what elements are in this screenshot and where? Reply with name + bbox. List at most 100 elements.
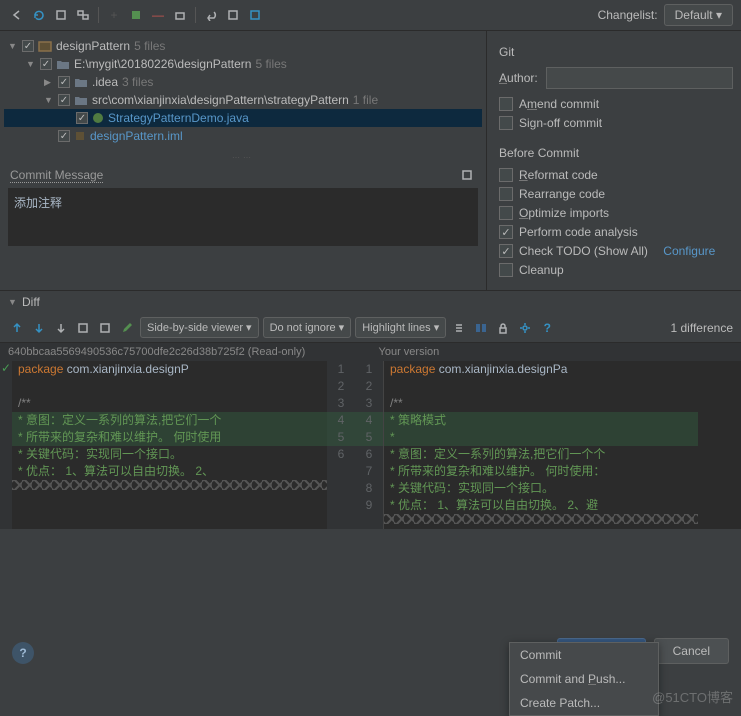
remove-icon[interactable]: — (149, 6, 167, 24)
before-header: Before Commit (499, 146, 729, 160)
amend-checkbox[interactable] (499, 97, 513, 111)
rearrange-checkbox[interactable] (499, 187, 513, 201)
todo-label: Check TODO (Show All) (519, 244, 648, 258)
module-icon (38, 40, 52, 52)
cleanup-label: Cleanup (519, 263, 564, 277)
back-icon[interactable] (8, 6, 26, 24)
tree-file-selected[interactable]: StrategyPatternDemo.java (4, 109, 482, 127)
lock-icon[interactable] (494, 319, 512, 337)
undo-icon[interactable] (202, 6, 220, 24)
tree-count: 1 file (353, 93, 378, 107)
move-icon[interactable] (171, 6, 189, 24)
checkbox[interactable] (58, 130, 70, 142)
tree-label: designPattern (56, 39, 130, 53)
separator (98, 7, 99, 23)
diff-expand-icon[interactable]: ▼ (8, 297, 18, 307)
jump-icon[interactable] (52, 319, 70, 337)
tree-count: 5 files (134, 39, 165, 53)
reformat-checkbox[interactable] (499, 168, 513, 182)
tree-label: designPattern.iml (90, 129, 183, 143)
tree-file-iml[interactable]: designPattern.iml (4, 127, 482, 145)
commit-msg-input[interactable]: 添加注释 (8, 188, 478, 246)
popup-commit[interactable]: Commit (510, 643, 658, 667)
checkbox[interactable] (40, 58, 52, 70)
checkbox[interactable] (58, 94, 70, 106)
refresh-icon[interactable] (30, 6, 48, 24)
left-pane[interactable]: package package com.xianjinxia.designPco… (12, 361, 327, 529)
line-gutter: 11 22 33 44 55 66 7 8 9 (327, 361, 383, 529)
history-icon[interactable] (458, 166, 476, 184)
next-diff-icon[interactable] (30, 319, 48, 337)
tree-root[interactable]: ▼ designPattern 5 files (4, 37, 482, 55)
amend-label: Amend commit (519, 97, 599, 111)
watermark: @51CTO博客 (652, 687, 733, 706)
compare-prev-icon[interactable] (74, 319, 92, 337)
separator (195, 7, 196, 23)
expand-icon[interactable]: ▼ (26, 59, 36, 69)
tree-count: 5 files (255, 57, 286, 71)
tree-path[interactable]: ▼ E:\mygit\20180226\designPattern 5 file… (4, 55, 482, 73)
collapse-icon[interactable] (450, 319, 468, 337)
todo-checkbox[interactable] (499, 244, 513, 258)
folder-icon (74, 76, 88, 88)
popup-create-patch[interactable]: Create Patch... (510, 691, 658, 715)
expand-icon[interactable]: ▼ (8, 41, 18, 51)
optimize-checkbox[interactable] (499, 206, 513, 220)
configure-link[interactable]: Configure (663, 244, 715, 258)
commit-dropdown: Commit Commit and Push... Create Patch..… (509, 642, 659, 716)
expand-icon[interactable] (52, 6, 70, 24)
checkbox[interactable] (58, 76, 70, 88)
cancel-button[interactable]: Cancel (654, 638, 729, 664)
git-header: Git (499, 45, 729, 59)
changelist-select[interactable]: Default ▾ (664, 4, 733, 26)
group-icon[interactable] (74, 6, 92, 24)
diff-viewer[interactable]: ✓ package package com.xianjinxia.designP… (0, 361, 741, 529)
tree-count: 3 files (122, 75, 153, 89)
new-icon[interactable] (246, 6, 264, 24)
cleanup-checkbox[interactable] (499, 263, 513, 277)
add-icon[interactable]: + (105, 6, 123, 24)
right-pane[interactable]: package com.xianjinxia.designPa /** * 策略… (383, 361, 698, 529)
settings-icon[interactable] (516, 319, 534, 337)
ignore-select[interactable]: Do not ignore ▾ (263, 317, 352, 338)
help-icon[interactable]: ? (538, 319, 556, 337)
diff-count: 1 difference (671, 321, 734, 335)
sync-icon[interactable] (472, 319, 490, 337)
diff-label: Diff (22, 295, 40, 309)
edit-icon[interactable] (118, 319, 136, 337)
analysis-checkbox[interactable] (499, 225, 513, 239)
expand-icon[interactable]: ▶ (44, 77, 54, 88)
highlight-select[interactable]: Highlight lines ▾ (355, 317, 446, 338)
resize-handle[interactable]: ⋯⋯ (0, 151, 486, 164)
checkbox[interactable] (76, 112, 88, 124)
rearrange-label: Rearrange code (519, 187, 605, 201)
signoff-checkbox[interactable] (499, 116, 513, 130)
folder-icon (74, 94, 88, 106)
prev-diff-icon[interactable] (8, 319, 26, 337)
compare-next-icon[interactable] (96, 319, 114, 337)
tree-idea[interactable]: ▶ .idea 3 files (4, 73, 482, 91)
tree-src[interactable]: ▼ src\com\xianjinxia\designPattern\strat… (4, 91, 482, 109)
help-button[interactable]: ? (12, 642, 34, 664)
tree-label: StrategyPatternDemo.java (108, 111, 249, 125)
changelist-icon[interactable] (127, 6, 145, 24)
expand-icon[interactable]: ▼ (44, 95, 54, 105)
popup-commit-push[interactable]: Commit and Push... (510, 667, 658, 691)
tree-label: E:\mygit\20180226\designPattern (74, 57, 251, 71)
checkbox[interactable] (22, 40, 34, 52)
analysis-label: Perform code analysis (519, 225, 638, 239)
java-icon (92, 112, 104, 124)
author-label: AAuthor:uthor: (499, 71, 538, 85)
tree-label: src\com\xianjinxia\designPattern\strateg… (92, 93, 349, 107)
optimize-label: Optimize imports (519, 206, 609, 220)
author-input[interactable] (546, 67, 733, 89)
gutter-check-icon: ✓ (0, 361, 12, 378)
iml-icon (74, 130, 86, 142)
folder-icon (56, 58, 70, 70)
signoff-label: Sign-off commit (519, 116, 602, 130)
tree-label: .idea (92, 75, 118, 89)
diff-icon[interactable] (224, 6, 242, 24)
reformat-label: Reformat code (519, 168, 598, 182)
viewer-select[interactable]: Side-by-side viewer ▾ (140, 317, 259, 338)
file-tree: ▼ designPattern 5 files ▼ E:\mygit\20180… (0, 31, 486, 151)
